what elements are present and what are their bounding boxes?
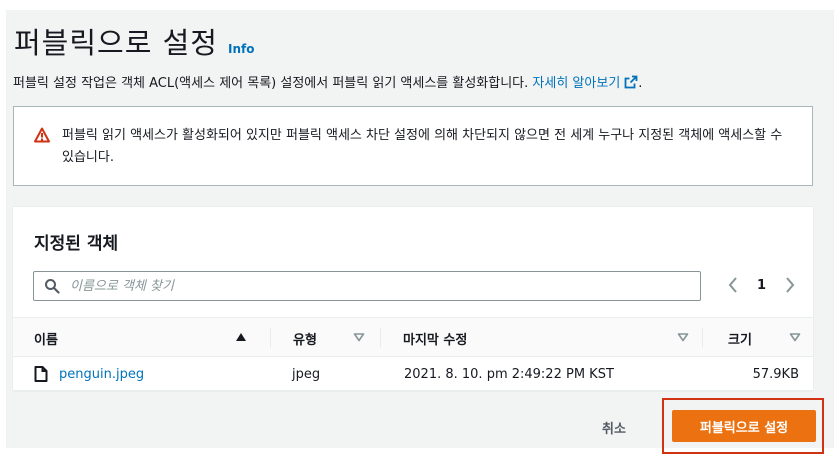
previous-page-button[interactable] [725,275,741,295]
warning-alert: 퍼블릭 읽기 액세스가 활성화되어 있지만 퍼블릭 액세스 차단 설정에 의해 … [13,106,813,186]
name-cell: penguin.jpeg [34,357,144,391]
make-public-button[interactable]: 퍼블릭으로 설정 [672,410,816,442]
description-period: . [638,76,643,91]
column-label-size: 크기 [728,332,752,348]
description-text: 퍼블릭 설정 작업은 객체 ACL(액세스 제어 목록) 설정에서 퍼블릭 읽기… [13,76,533,91]
last-modified-cell: 2021. 8. 10. pm 2:49:22 PM KST [404,366,614,382]
alert-text: 퍼블릭 읽기 액세스가 활성화되어 있지만 퍼블릭 액세스 차단 설정에 의해 … [62,128,783,165]
search-icon [45,279,60,294]
current-page-number[interactable]: 1 [757,278,766,293]
file-icon [34,366,48,382]
objects-panel: 지정된 객체 1 이름 유형 [13,206,813,391]
info-link[interactable]: Info [228,42,254,56]
column-label-name: 이름 [34,332,58,348]
warning-icon [34,127,50,143]
file-name-link[interactable]: penguin.jpeg [59,367,144,382]
column-header-name[interactable]: 이름 [13,318,271,358]
sort-icon [789,333,801,342]
description: 퍼블릭 설정 작업은 객체 ACL(액세스 제어 목록) 설정에서 퍼블릭 읽기… [13,72,642,91]
sort-ascending-icon [236,333,246,341]
learn-more-link[interactable]: 자세히 알아보기 [532,75,638,91]
column-header-size[interactable]: 크기 [703,318,813,358]
next-page-button[interactable] [782,275,798,295]
page-container: 퍼블릭으로 설정 Info 퍼블릭 설정 작업은 객체 ACL(액세스 제어 목… [6,10,834,454]
table-header: 이름 유형 마지막 수정 크기 [13,317,813,357]
column-header-type[interactable]: 유형 [271,318,381,358]
learn-more-label: 자세히 알아보기 [532,76,621,91]
column-header-last-modified[interactable]: 마지막 수정 [381,318,703,358]
chevron-right-icon [786,277,795,293]
table-row: penguin.jpeg jpeg 2021. 8. 10. pm 2:49:2… [13,357,813,391]
column-label-type: 유형 [293,332,317,348]
chevron-left-icon [728,277,737,293]
type-cell: jpeg [292,366,321,382]
footer-actions: 취소 퍼블릭으로 설정 [6,398,834,454]
sort-icon [677,333,689,342]
title-row: 퍼블릭으로 설정 Info [14,20,254,62]
sort-icon [353,333,365,342]
search-box [33,271,701,301]
column-label-last-modified: 마지막 수정 [403,332,468,348]
page-title: 퍼블릭으로 설정 [14,26,218,60]
highlight-box: 퍼블릭으로 설정 [662,398,824,454]
pagination: 1 [725,275,798,295]
external-link-icon [624,75,638,89]
panel-title: 지정된 객체 [34,234,119,254]
cancel-button[interactable]: 취소 [602,418,626,437]
search-input[interactable] [70,278,670,294]
size-cell: 57.9KB [752,366,799,382]
